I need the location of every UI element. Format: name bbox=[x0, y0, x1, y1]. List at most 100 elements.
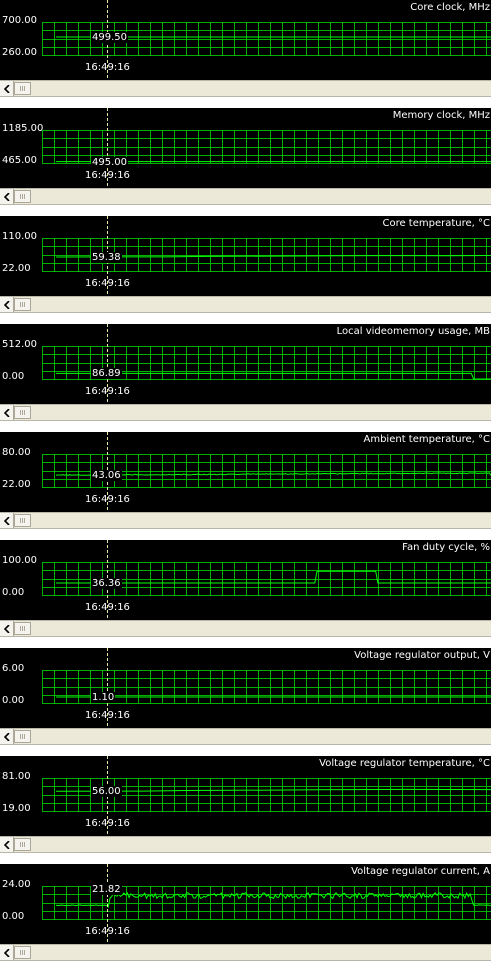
y-axis-max-label: 700.00 bbox=[2, 15, 37, 26]
y-axis-min-label: 19.00 bbox=[2, 803, 31, 814]
scroll-thumb[interactable] bbox=[14, 82, 31, 95]
y-axis-min-label: 0.00 bbox=[2, 911, 25, 922]
scroll-left-button[interactable] bbox=[0, 945, 14, 960]
horizontal-scrollbar[interactable] bbox=[0, 296, 491, 313]
scroll-thumb[interactable] bbox=[14, 730, 31, 743]
y-axis-max-label: 110.00 bbox=[2, 231, 37, 242]
panel-separator bbox=[0, 745, 491, 756]
horizontal-scrollbar[interactable] bbox=[0, 728, 491, 745]
thumb-grip bbox=[22, 410, 23, 415]
current-value-label: 43.06 bbox=[91, 470, 122, 482]
thumb-grip bbox=[20, 842, 21, 847]
thumb-grip bbox=[24, 626, 25, 631]
graph-area: Voltage regulator temperature, °C 81.00 19… bbox=[0, 756, 491, 836]
horizontal-scrollbar[interactable] bbox=[0, 620, 491, 637]
thumb-grip bbox=[20, 86, 21, 91]
thumb-grip bbox=[20, 302, 21, 307]
panel-separator bbox=[0, 97, 491, 108]
y-axis-min-label: 0.00 bbox=[2, 695, 25, 706]
current-value-label: 1.10 bbox=[91, 691, 116, 703]
thumb-grip bbox=[22, 194, 23, 199]
cursor-time-label: 16:49:16 bbox=[85, 818, 130, 829]
thumb-grip bbox=[22, 86, 23, 91]
horizontal-scrollbar[interactable] bbox=[0, 404, 491, 421]
graph-title: Core clock, MHz bbox=[410, 2, 490, 13]
scroll-left-button[interactable] bbox=[0, 405, 14, 420]
scroll-thumb[interactable] bbox=[14, 838, 31, 851]
thumb-grip bbox=[24, 734, 25, 739]
graph-area: Voltage regulator output, V 6.00 0.00 1.10 1… bbox=[0, 648, 491, 728]
horizontal-scrollbar[interactable] bbox=[0, 836, 491, 853]
monitor-panel: Core clock, MHz 700.00 260.00 499.50 16:49:1… bbox=[0, 0, 491, 108]
cursor-time-label: 16:49:16 bbox=[85, 386, 130, 397]
monitor-panel: Local videomemory usage, MB 512.00 0.00 86.… bbox=[0, 324, 491, 432]
y-axis-min-label: 0.00 bbox=[2, 371, 25, 382]
horizontal-scrollbar[interactable] bbox=[0, 80, 491, 97]
scroll-left-button[interactable] bbox=[0, 189, 14, 204]
y-axis-max-label: 100.00 bbox=[2, 555, 37, 566]
panel-separator bbox=[0, 961, 491, 972]
scroll-thumb[interactable] bbox=[14, 406, 31, 419]
graph-area: Core temperature, °C 110.00 22.00 59.38 16:4… bbox=[0, 216, 491, 296]
thumb-grip bbox=[24, 86, 25, 91]
horizontal-scrollbar[interactable] bbox=[0, 944, 491, 961]
current-value-label: 495.00 bbox=[91, 156, 128, 168]
y-axis-min-label: 22.00 bbox=[2, 479, 31, 490]
thumb-grip bbox=[24, 842, 25, 847]
graph-area: Memory clock, MHz 1185.00 465.00 495.00 16:4… bbox=[0, 108, 491, 188]
thumb-grip bbox=[20, 518, 21, 523]
cursor-time-label: 16:49:16 bbox=[85, 62, 130, 73]
scroll-left-button[interactable] bbox=[0, 297, 14, 312]
monitor-panel: Voltage regulator output, V 6.00 0.00 1.10 1… bbox=[0, 648, 491, 756]
panel-separator bbox=[0, 313, 491, 324]
graph-title: Core temperature, °C bbox=[382, 218, 490, 229]
graph-title: Ambient temperature, °C bbox=[363, 434, 491, 445]
scroll-left-button[interactable] bbox=[0, 513, 14, 528]
chevron-left-icon bbox=[3, 408, 10, 417]
scroll-thumb[interactable] bbox=[14, 514, 31, 527]
scroll-thumb[interactable] bbox=[14, 190, 31, 203]
thumb-grip bbox=[20, 734, 21, 739]
y-axis-max-label: 1185.00 bbox=[2, 123, 44, 134]
scroll-left-button[interactable] bbox=[0, 621, 14, 636]
chevron-left-icon bbox=[3, 732, 10, 741]
chevron-left-icon bbox=[3, 624, 10, 633]
thumb-grip bbox=[22, 734, 23, 739]
current-value-label: 499.50 bbox=[91, 32, 128, 44]
graph-area: Ambient temperature, °C 80.00 22.00 43.06 16… bbox=[0, 432, 491, 512]
horizontal-scrollbar[interactable] bbox=[0, 512, 491, 529]
monitor-panel: Fan duty cycle, % 100.00 0.00 36.36 16:49:16 bbox=[0, 540, 491, 648]
y-axis-min-label: 0.00 bbox=[2, 587, 25, 598]
scroll-left-button[interactable] bbox=[0, 729, 14, 744]
cursor-time-label: 16:49:16 bbox=[85, 170, 130, 181]
scroll-thumb[interactable] bbox=[14, 946, 31, 959]
graph-title: Voltage regulator output, V bbox=[354, 650, 490, 661]
y-axis-min-label: 22.00 bbox=[2, 263, 31, 274]
y-axis-max-label: 6.00 bbox=[2, 663, 25, 674]
graph-area: Local videomemory usage, MB 512.00 0.00 86.… bbox=[0, 324, 491, 404]
graph-title: Voltage regulator temperature, °C bbox=[319, 758, 490, 769]
graph-area: Fan duty cycle, % 100.00 0.00 36.36 16:49:16 bbox=[0, 540, 491, 620]
cursor-time-label: 16:49:16 bbox=[85, 926, 130, 937]
thumb-grip bbox=[20, 194, 21, 199]
monitor-panel: Memory clock, MHz 1185.00 465.00 495.00 16:4… bbox=[0, 108, 491, 216]
scroll-thumb[interactable] bbox=[14, 298, 31, 311]
y-axis-max-label: 512.00 bbox=[2, 339, 37, 350]
chevron-left-icon bbox=[3, 948, 10, 957]
thumb-grip bbox=[24, 302, 25, 307]
thumb-grip bbox=[22, 302, 23, 307]
thumb-grip bbox=[22, 626, 23, 631]
thumb-grip bbox=[22, 518, 23, 523]
thumb-grip bbox=[20, 626, 21, 631]
current-value-label: 59.38 bbox=[91, 251, 122, 263]
y-axis-max-label: 81.00 bbox=[2, 771, 31, 782]
scroll-thumb[interactable] bbox=[14, 622, 31, 635]
cursor-time-label: 16:49:16 bbox=[85, 278, 130, 289]
graph-title: Local videomemory usage, MB bbox=[336, 326, 490, 337]
chevron-left-icon bbox=[3, 840, 10, 849]
panel-separator bbox=[0, 637, 491, 648]
scroll-left-button[interactable] bbox=[0, 837, 14, 852]
horizontal-scrollbar[interactable] bbox=[0, 188, 491, 205]
thumb-grip bbox=[20, 950, 21, 955]
scroll-left-button[interactable] bbox=[0, 81, 14, 96]
